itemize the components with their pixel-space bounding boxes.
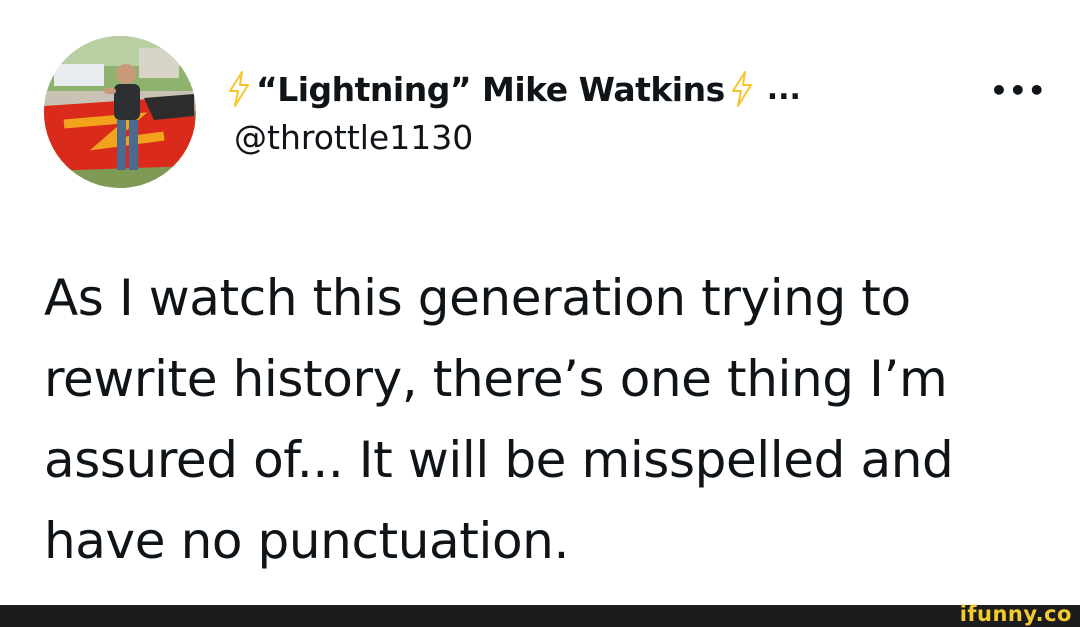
tweet-header: “Lightning” Mike Watkins ... ••• @thrott… xyxy=(44,36,1047,188)
display-name-row[interactable]: “Lightning” Mike Watkins ... xyxy=(228,66,801,112)
footer-bar: ifunny.co xyxy=(0,602,1080,627)
lightning-bolt-icon xyxy=(228,71,250,107)
ifunny-watermark: ifunny.co xyxy=(959,602,1072,626)
tweet-text: As I watch this generation trying to rew… xyxy=(44,269,954,570)
more-options-button[interactable]: ••• xyxy=(990,74,1047,107)
user-handle[interactable]: @throttle1130 xyxy=(234,118,473,157)
display-name: “Lightning” Mike Watkins xyxy=(256,69,725,109)
name-truncation-ellipsis: ... xyxy=(766,71,801,107)
lightning-bolt-icon xyxy=(731,71,753,107)
avatar[interactable] xyxy=(44,36,196,188)
avatar-photo xyxy=(44,36,196,188)
